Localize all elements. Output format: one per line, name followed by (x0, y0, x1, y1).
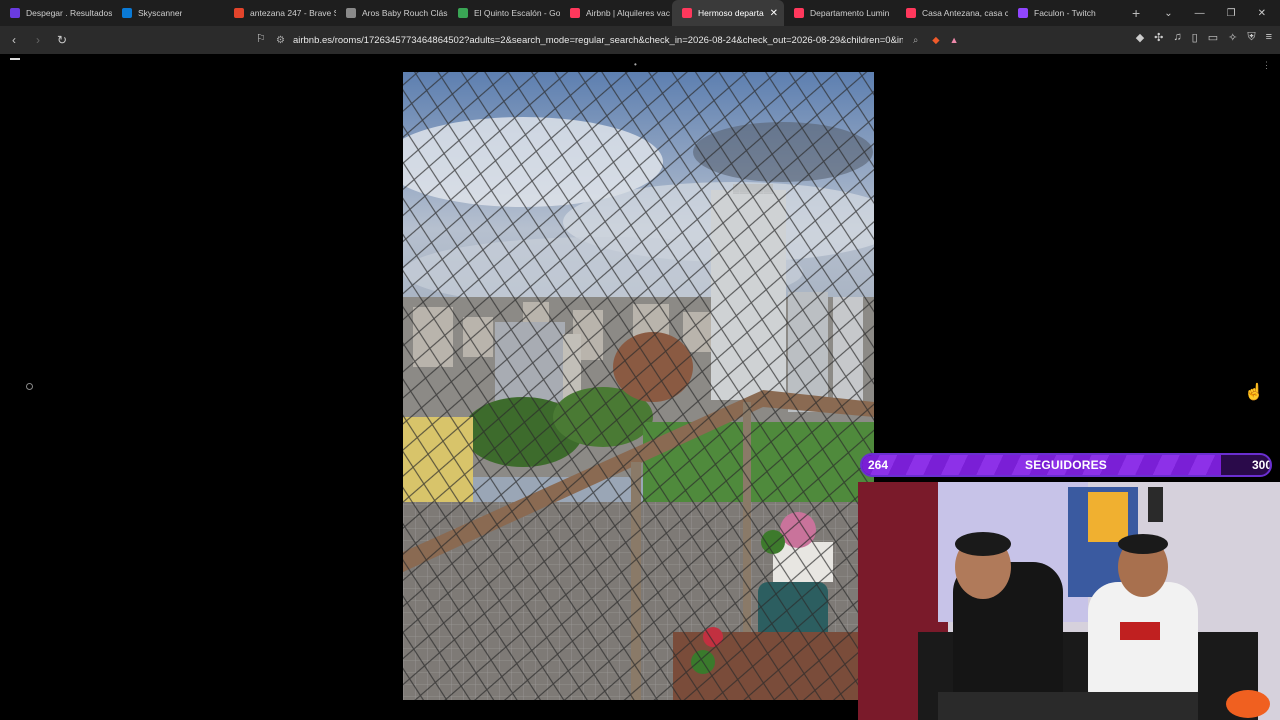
favicon-icon (122, 8, 132, 18)
tab-4[interactable]: El Quinto Escalón - Go (448, 0, 560, 26)
favicon-icon (1018, 8, 1028, 18)
hand-cursor-icon: ☝ (1244, 384, 1264, 401)
vpn-icon[interactable]: ⛨ (1247, 31, 1255, 44)
toolbar-actions: ◆ ✣ ♫ ▯ ▭ ✧ ⛨ ≡ (1136, 31, 1272, 44)
reload-icon[interactable]: ↻ (52, 30, 72, 50)
sidebar-icon[interactable]: ▯ (1192, 31, 1198, 44)
chevron-down-icon[interactable]: ⌄ (1164, 8, 1172, 19)
tab-title: Despegar . Resultados (26, 8, 112, 18)
favicon-icon (346, 8, 356, 18)
favicon-icon (570, 8, 580, 18)
tab-title: El Quinto Escalón - Go (474, 8, 560, 18)
favicon-icon (458, 8, 468, 18)
favicon-icon (10, 8, 20, 18)
tab-title: Casa Antezana, casa c (922, 8, 1008, 18)
favicon-icon (906, 8, 916, 18)
tab-title: Skyscanner (138, 8, 183, 18)
brave-rewards-icon[interactable]: ▲ (950, 35, 959, 45)
extensions-icon[interactable]: ✣ (1154, 31, 1163, 44)
bookmark-icon[interactable]: ⚐ (256, 32, 266, 45)
follower-target: 300 (1251, 458, 1272, 472)
tab-3[interactable]: Aros Baby Rouch Clás (336, 0, 448, 26)
minimize-icon[interactable]: — (1195, 8, 1205, 19)
ai-icon[interactable]: ✧ (1228, 31, 1237, 44)
viewer-handle: • (634, 60, 637, 69)
tab-title: Departamento Lumin (810, 8, 890, 18)
forward-icon[interactable]: › (28, 30, 48, 50)
webcam-feed-image (858, 482, 1280, 720)
tab-9[interactable]: Faculon - Twitch (1008, 0, 1120, 26)
music-icon[interactable]: ♫ (1173, 31, 1181, 44)
tab-title: Aros Baby Rouch Clás (362, 8, 448, 18)
prev-photo-button[interactable] (26, 383, 33, 390)
listing-photo (403, 72, 874, 700)
site-settings-icon[interactable]: ⚙ (276, 35, 285, 46)
follower-goal-label: SEGUIDORES (1024, 458, 1107, 472)
viewer-side-handle: ⋮ (1262, 60, 1271, 70)
tab-8[interactable]: Casa Antezana, casa c (896, 0, 1008, 26)
close-tab-icon[interactable]: ✕ (770, 8, 778, 19)
close-viewer-icon[interactable] (10, 58, 20, 60)
window-controls: ⌄ — ❐ ✕ (1164, 0, 1280, 26)
tab-bar: Despegar . Resultados Skyscanner antezana … (0, 0, 1280, 26)
close-window-icon[interactable]: ✕ (1258, 8, 1266, 19)
tab-title: Faculon - Twitch (1034, 8, 1096, 18)
leo-icon[interactable]: ◆ (1136, 31, 1144, 44)
wallet-icon[interactable]: ▭ (1208, 31, 1218, 44)
streamer-webcam (858, 482, 1280, 720)
tab-1[interactable]: Skyscanner (112, 0, 224, 26)
favicon-icon (682, 8, 692, 18)
tab-0[interactable]: Despegar . Resultados (0, 0, 112, 26)
favicon-icon (234, 8, 244, 18)
favicon-icon (794, 8, 804, 18)
tab-title: Hermoso departa (698, 8, 764, 18)
tab-strip: Despegar . Resultados Skyscanner antezana … (0, 0, 1120, 26)
brave-shield-icon[interactable]: ◆ (932, 35, 939, 46)
tab-6[interactable]: Hermoso departa ✕ (672, 0, 784, 26)
tab-title: antezana 247 - Brave S (250, 8, 336, 18)
tab-2[interactable]: antezana 247 - Brave S (224, 0, 336, 26)
url-text[interactable]: airbnb.es/rooms/1726345773464864502?adul… (293, 35, 903, 46)
tab-title: Airbnb | Alquileres vac (586, 8, 670, 18)
plus-icon[interactable]: + (1132, 5, 1140, 21)
browser-toolbar: ‹ › ↻ ⚐ ⚙ airbnb.es/rooms/17263457734648… (0, 26, 1280, 54)
back-icon[interactable]: ‹ (4, 30, 24, 50)
balcony-view-image (403, 72, 874, 700)
tab-7[interactable]: Departamento Lumin (784, 0, 896, 26)
menu-icon[interactable]: ≡ (1266, 31, 1272, 44)
restore-icon[interactable]: ❐ (1227, 8, 1236, 19)
tab-5[interactable]: Airbnb | Alquileres vac (560, 0, 672, 26)
zoom-icon[interactable]: ⌕ (913, 35, 918, 46)
follower-goal-bar: 264 SEGUIDORES 300 (860, 453, 1272, 477)
address-bar[interactable]: ⚙ airbnb.es/rooms/1726345773464864502?ad… (276, 30, 996, 50)
